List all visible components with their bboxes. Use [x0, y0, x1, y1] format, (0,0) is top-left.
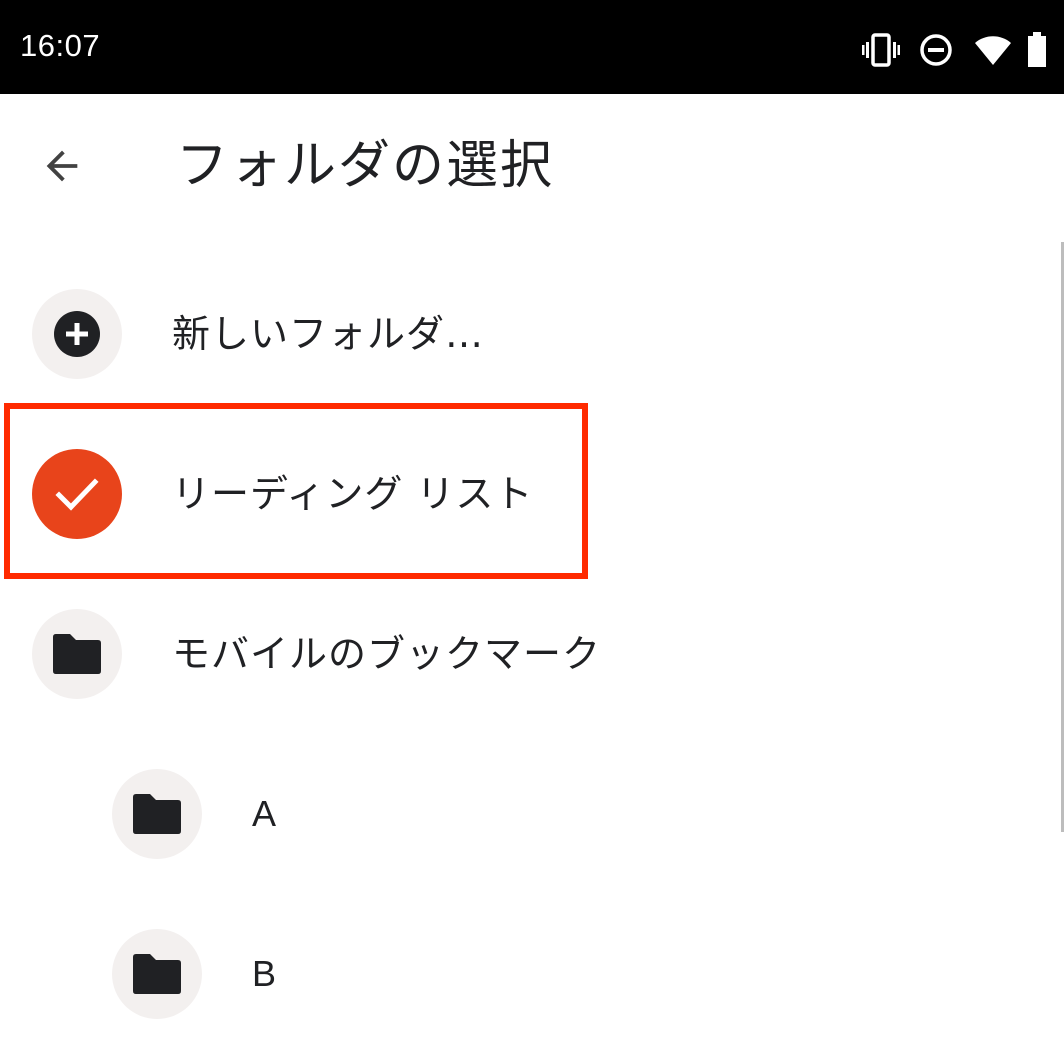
status-time: 16:07	[20, 28, 101, 63]
folder-icon	[133, 794, 181, 834]
folder-label-mobile-bookmarks: モバイルのブックマーク	[172, 632, 602, 676]
new-folder-item[interactable]: 新しいフォルダ…	[0, 264, 1060, 404]
folder-item-mobile-bookmarks[interactable]: モバイルのブックマーク	[0, 584, 1060, 724]
new-folder-label: 新しいフォルダ…	[172, 312, 485, 356]
folder-item-b[interactable]: B	[0, 904, 1060, 1044]
arrow-back-icon	[46, 150, 78, 182]
vibrate-icon	[862, 33, 900, 67]
folder-label-reading-list: リーディング リスト	[172, 472, 534, 516]
wifi-icon	[975, 36, 1011, 65]
battery-icon	[1028, 32, 1046, 67]
folder-item-a[interactable]: A	[0, 744, 1060, 884]
do-not-disturb-icon	[920, 34, 952, 66]
add-circle-icon	[54, 311, 100, 357]
selected-indicator	[32, 449, 122, 539]
folder-icon-circle	[32, 609, 122, 699]
folder-label-a: A	[252, 793, 278, 834]
back-button[interactable]	[28, 132, 96, 200]
page-title: フォルダの選択	[176, 136, 555, 196]
folder-icon	[133, 954, 181, 994]
folder-item-reading-list[interactable]: リーディング リスト	[0, 424, 1060, 564]
status-bar: 16:07	[0, 0, 1064, 94]
new-folder-icon-circle	[32, 289, 122, 379]
folder-icon	[53, 634, 101, 674]
folder-icon-circle	[112, 769, 202, 859]
folder-label-b: B	[252, 953, 278, 994]
check-icon	[55, 478, 99, 511]
app-bar: フォルダの選択	[0, 94, 1064, 240]
folder-icon-circle	[112, 929, 202, 1019]
